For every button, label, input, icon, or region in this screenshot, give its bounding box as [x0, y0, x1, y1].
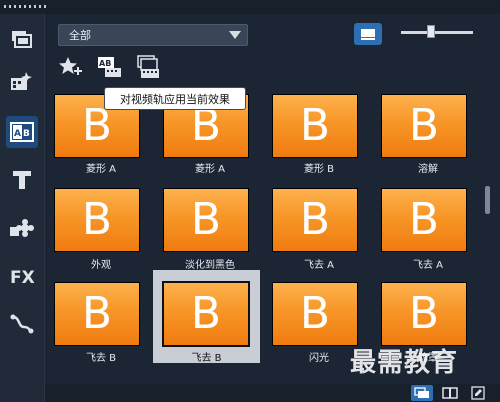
filter-fx-icon[interactable]: FX [6, 260, 38, 292]
media-library-icon[interactable] [6, 24, 38, 56]
thumbnail-image: B [381, 188, 467, 252]
thumbnail-image: B [272, 94, 358, 158]
svg-text:B: B [23, 129, 30, 139]
thumbnail-image: B [381, 282, 467, 346]
transition-icon[interactable]: A B [6, 116, 38, 148]
thumbnail-label: 飞去 B [191, 353, 222, 364]
thumbnail-image: B [272, 282, 358, 346]
library-view-icon[interactable] [411, 385, 433, 401]
thumbnail-label: 溶解 [418, 164, 438, 175]
sidebar: A B FX [0, 14, 45, 402]
transition-thumbnail[interactable]: B 溶解 [376, 92, 480, 185]
transition-thumbnail[interactable]: B 外观 [49, 186, 153, 279]
instant-project-icon[interactable] [6, 66, 38, 98]
motion-path-icon[interactable] [6, 308, 38, 340]
transition-thumbnail-selected[interactable]: B 飞去 B [153, 270, 260, 364]
thumbnail-label: 菱形 A [194, 164, 226, 175]
transition-thumbnail[interactable]: B 菱形 B [267, 92, 371, 185]
thumbnail-image: B [54, 282, 140, 346]
thumbnail-image: B [162, 281, 250, 347]
thumbnail-image: B [163, 188, 249, 252]
transition-thumbnail[interactable]: B 飞去 A [376, 186, 480, 279]
add-favorite-icon[interactable] [58, 54, 84, 80]
vertical-scrollbar[interactable] [481, 86, 495, 386]
transition-thumbnail[interactable]: B 淡化到黑色 [158, 186, 262, 279]
transition-thumbnail[interactable]: B 飞去 A [267, 186, 371, 279]
thumbnail-size-slider[interactable] [401, 31, 473, 34]
watermark-text: 最需教育 [350, 348, 459, 378]
transition-grid: B 菱形 A B 菱形 A B 菱形 B B 溶解 B 外观 B 淡化到黑色 B… [45, 92, 481, 382]
thumbnail-image: B [54, 188, 140, 252]
apply-to-video-track-icon[interactable]: AB [97, 54, 123, 80]
title-strip [0, 0, 500, 14]
view-mode-button[interactable] [354, 23, 382, 45]
bottom-toolbar [45, 384, 500, 402]
thumbnail-image: B [381, 94, 467, 158]
drag-grip[interactable] [4, 5, 48, 8]
thumbnail-label: 菱形 A [85, 164, 117, 175]
library-panel: 全部 AB 对视频轨应用当前效果 B 菱形 A B 菱形 A B 菱形 B B … [45, 14, 500, 402]
thumbnail-label: 飞去 A [412, 260, 444, 271]
category-dropdown[interactable]: 全部 [58, 24, 248, 46]
apply-to-all-tracks-icon[interactable] [135, 54, 161, 80]
title-text-icon[interactable] [6, 164, 38, 196]
slider-thumb[interactable] [427, 25, 435, 38]
dropdown-value: 全部 [69, 29, 91, 42]
thumbnail-label: 飞去 A [303, 260, 335, 271]
thumbnail-label: 淡化到黑色 [185, 260, 235, 271]
edit-icon[interactable] [467, 385, 489, 401]
split-view-icon[interactable] [439, 385, 461, 401]
tooltip: 对视频轨应用当前效果 [104, 87, 246, 110]
transition-thumbnail[interactable]: B 飞去 B [49, 270, 153, 364]
chevron-down-icon [229, 31, 241, 39]
scrollbar-thumb[interactable] [485, 186, 490, 214]
monitor-icon [361, 29, 375, 40]
svg-text:A: A [14, 129, 21, 139]
thumbnail-label: 菱形 B [303, 164, 335, 175]
svg-text:FX: FX [10, 268, 35, 286]
thumbnail-label: 飞去 B [85, 353, 117, 364]
thumbnail-image: B [272, 188, 358, 252]
svg-text:AB: AB [99, 59, 111, 68]
graphic-icon[interactable] [6, 212, 38, 244]
thumbnail-label: 外观 [91, 260, 111, 271]
